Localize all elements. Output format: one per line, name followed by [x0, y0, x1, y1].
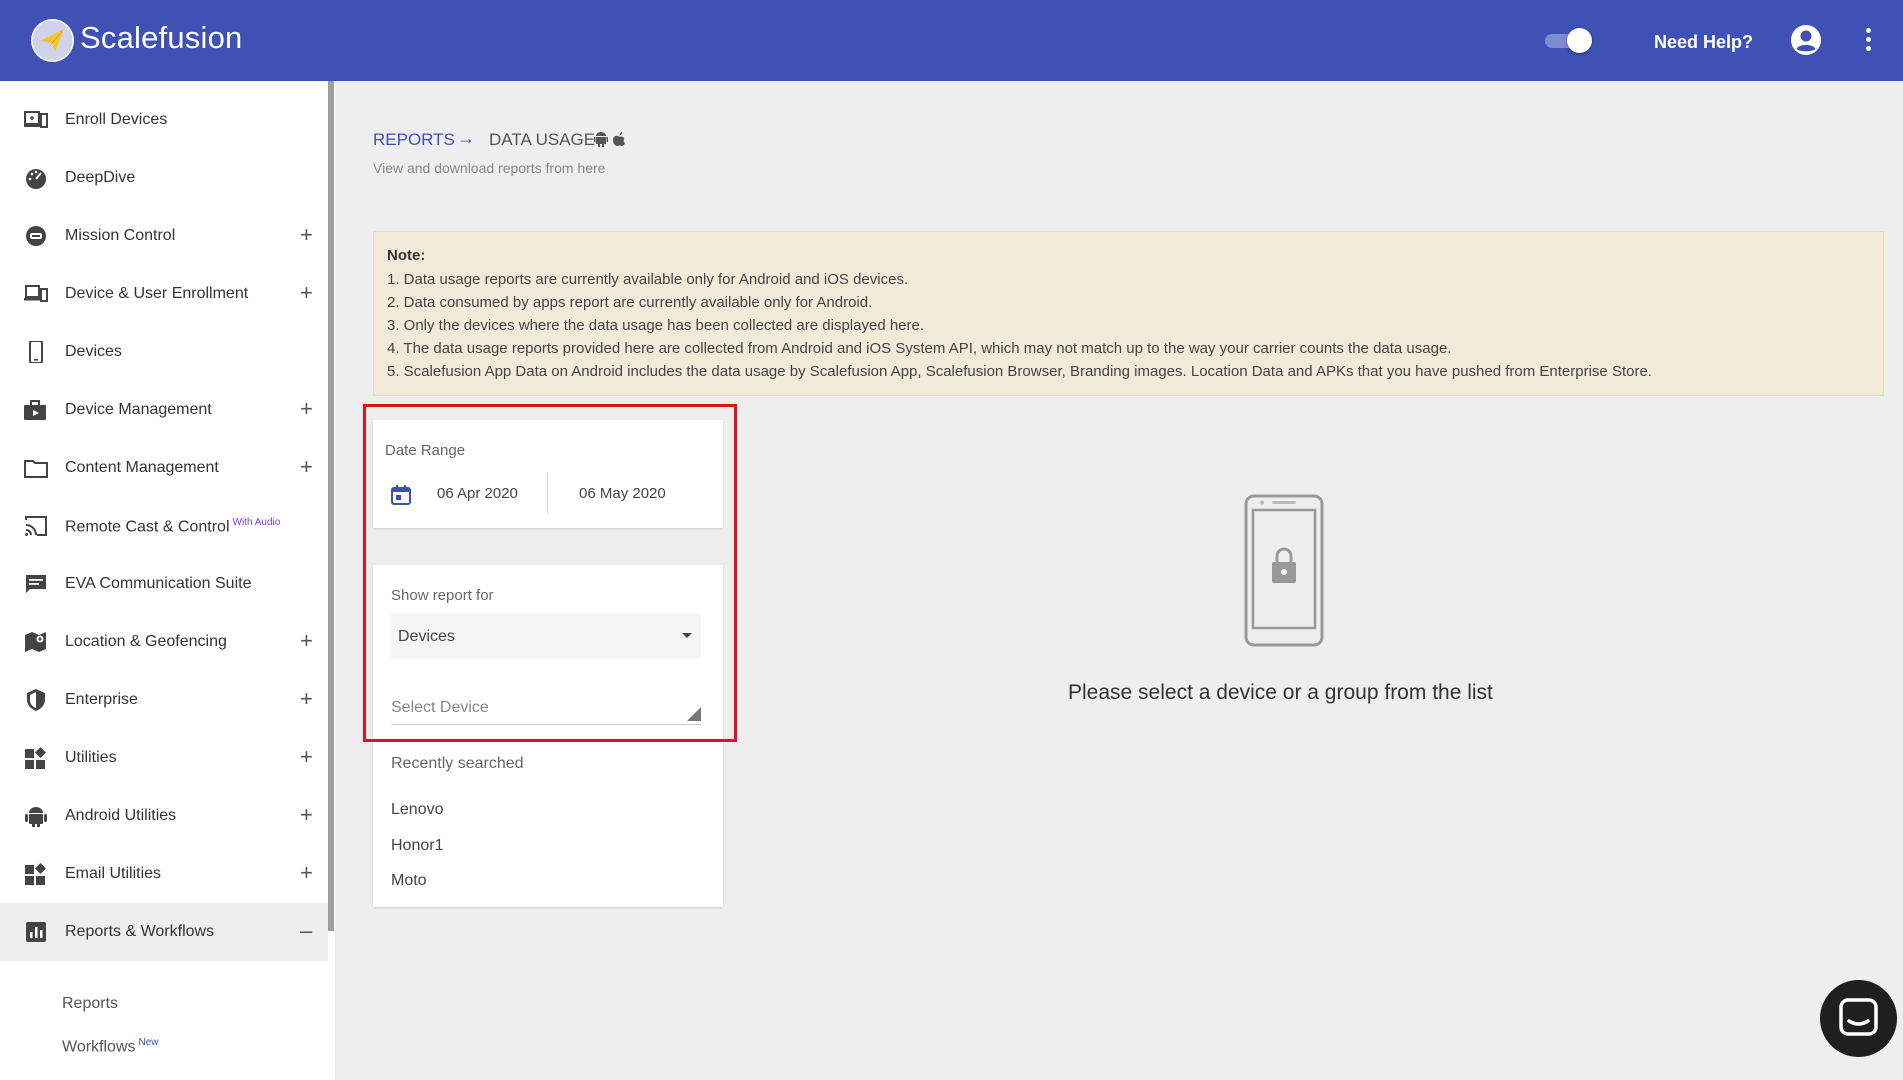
breadcrumb-current: DATA USAGE — [489, 130, 596, 149]
theme-toggle[interactable] — [1543, 28, 1593, 53]
sidebar-scrollbar[interactable] — [328, 81, 334, 931]
sidebar-item-label: DeepDive — [65, 169, 136, 186]
sidebar-item-label: Device & User Enrollment — [65, 285, 249, 302]
dashboard-icon — [26, 169, 46, 189]
sidebar-item-mission-control[interactable]: Mission Control + — [0, 207, 328, 265]
sidebar-item-enroll-devices[interactable]: Enroll Devices — [0, 91, 328, 149]
expand-plus-icon[interactable]: + — [300, 398, 313, 420]
highlight-annotation — [363, 404, 737, 742]
recent-device-item[interactable]: Lenovo — [391, 801, 444, 819]
folder-icon — [24, 460, 48, 478]
sidebar-item-label: Remote Cast & Control With Audio — [65, 517, 280, 536]
need-help-link[interactable]: Need Help? — [1654, 32, 1753, 53]
sidebar-item-label: Android Utilities — [65, 807, 177, 824]
sidebar-item-label: Enroll Devices — [65, 111, 168, 128]
sidebar-item-devices[interactable]: Devices — [0, 323, 328, 381]
breadcrumb-reports-link[interactable]: REPORTS — [373, 130, 455, 150]
note-line: 3. Only the devices where the data usage… — [387, 317, 925, 334]
sidebar-item-eva-communication-suite[interactable]: EVA Communication Suite — [0, 555, 328, 613]
sidebar-item-location-geofencing[interactable]: Location & Geofencing + — [0, 613, 328, 671]
sidebar-item-remote-cast-control[interactable]: Remote Cast & Control With Audio — [0, 497, 328, 555]
new-badge: New — [138, 1037, 159, 1048]
note-line: 1. Data usage reports are currently avai… — [387, 271, 909, 288]
android-icon — [25, 807, 47, 827]
chat-launcher-button[interactable] — [1820, 980, 1897, 1057]
account-circle-icon[interactable] — [1790, 24, 1822, 56]
sidebar-item-label: Content Management — [65, 459, 219, 476]
sidebar-item-label: EVA Communication Suite — [65, 575, 252, 592]
collapse-minus-icon[interactable]: – — [300, 920, 312, 942]
widgets-icon — [25, 863, 46, 885]
locked-phone-icon — [1244, 494, 1324, 647]
recently-searched-label: Recently searched — [391, 755, 524, 772]
recent-device-item[interactable]: Moto — [391, 872, 427, 890]
scalefusion-logo-icon[interactable] — [31, 19, 74, 62]
with-audio-badge: With Audio — [232, 517, 281, 528]
recent-device-item[interactable]: Honor1 — [391, 837, 443, 855]
sidebar-subitem-label: Workflows — [62, 1038, 136, 1056]
note-line: 2. Data consumed by apps report are curr… — [387, 294, 873, 311]
sidebar-item-reports-workflows[interactable]: Reports & Workflows – — [0, 903, 328, 961]
note-title: Note: — [387, 247, 426, 264]
sidebar-item-deepdive[interactable]: DeepDive — [0, 149, 328, 207]
more-vert-icon[interactable] — [1864, 28, 1872, 54]
expand-plus-icon[interactable]: + — [300, 456, 313, 478]
briefcase-icon — [24, 400, 46, 420]
chat-launcher-icon — [1839, 998, 1878, 1036]
expand-plus-icon[interactable]: + — [300, 862, 313, 884]
os-icons — [594, 131, 626, 152]
expand-plus-icon[interactable]: + — [300, 282, 313, 304]
sidebar-subitem-workflows[interactable]: Workflows New — [62, 1037, 159, 1056]
map-icon — [25, 632, 46, 652]
page-subtitle: View and download reports from here — [373, 160, 606, 176]
sidebar-item-label: Utilities — [65, 749, 117, 766]
expand-plus-icon[interactable]: + — [300, 746, 313, 768]
breadcrumb-arrow-icon: → — [457, 128, 475, 148]
shield-icon — [27, 689, 45, 711]
sidebar-item-device-user-enrollment[interactable]: Device & User Enrollment + — [0, 265, 328, 323]
top-app-bar: Scalefusion Need Help? — [0, 0, 1903, 81]
note-line: 5. Scalefusion App Data on Android inclu… — [387, 363, 1652, 380]
note-line: 4. The data usage reports provided here … — [387, 340, 1452, 357]
enroll-icon — [24, 111, 48, 128]
mission-control-icon — [26, 226, 46, 246]
expand-plus-icon[interactable]: + — [300, 804, 313, 826]
sidebar-item-email-utilities[interactable]: Email Utilities + — [0, 845, 328, 903]
sidebar-subitem-reports[interactable]: Reports — [62, 995, 118, 1013]
brand-name[interactable]: Scalefusion — [80, 20, 242, 56]
sidebar-item-android-utilities[interactable]: Android Utilities + — [0, 787, 328, 845]
cast-icon — [25, 516, 47, 536]
sidebar-item-content-management[interactable]: Content Management + — [0, 439, 328, 497]
sidebar-item-label: Device Management — [65, 401, 212, 418]
note-panel: Note: 1. Data usage reports are currentl… — [373, 231, 1884, 396]
devices-enroll-icon — [24, 285, 48, 302]
expand-plus-icon[interactable]: + — [300, 688, 313, 710]
sidebar: Enroll Devices DeepDive Mission Control … — [0, 81, 335, 1080]
apple-icon — [613, 132, 625, 146]
phone-icon — [29, 341, 43, 363]
expand-plus-icon[interactable]: + — [300, 224, 313, 246]
chat-icon — [26, 575, 46, 593]
sidebar-item-label: Location & Geofencing — [65, 633, 227, 650]
empty-state-message: Please select a device or a group from t… — [1068, 681, 1493, 704]
sidebar-item-enterprise[interactable]: Enterprise + — [0, 671, 328, 729]
sidebar-item-device-management[interactable]: Device Management + — [0, 381, 328, 439]
sidebar-item-label: Reports & Workflows — [65, 923, 215, 940]
sidebar-item-text: Remote Cast & Control — [65, 518, 230, 536]
sidebar-item-label: Email Utilities — [65, 865, 162, 882]
expand-plus-icon[interactable]: + — [300, 630, 313, 652]
sidebar-item-label: Enterprise — [65, 691, 138, 708]
widgets-icon — [25, 747, 46, 769]
toggle-knob — [1567, 28, 1592, 53]
sidebar-item-label: Mission Control — [65, 227, 176, 244]
report-icon — [26, 922, 46, 942]
android-icon — [594, 132, 608, 147]
sidebar-item-utilities[interactable]: Utilities + — [0, 729, 328, 787]
sidebar-item-label: Devices — [65, 343, 122, 360]
